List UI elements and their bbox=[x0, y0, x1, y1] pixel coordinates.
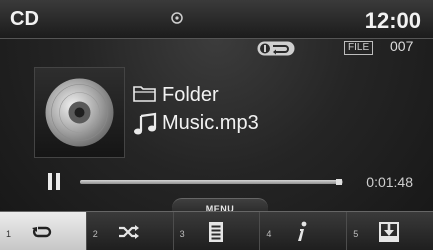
track-name: Music.mp3 bbox=[162, 112, 259, 134]
shuffle-icon bbox=[118, 225, 139, 239]
softkey-number: 2 bbox=[92, 229, 98, 239]
softkey-number: 5 bbox=[353, 229, 359, 239]
progress-handle[interactable] bbox=[336, 179, 343, 185]
softkey-number: 4 bbox=[266, 229, 272, 239]
clock: 12:00 bbox=[364, 8, 421, 33]
softkey-save[interactable]: 5 bbox=[347, 212, 433, 250]
folder-name: Folder bbox=[162, 84, 219, 106]
pause-icon[interactable] bbox=[47, 173, 61, 190]
repeat-folder-icon bbox=[257, 41, 295, 56]
source-mode-label: CD bbox=[10, 8, 39, 30]
progress-fill bbox=[80, 180, 340, 184]
file-label: FILE bbox=[344, 41, 374, 55]
elapsed-time: 0:01:48 bbox=[366, 174, 413, 190]
save-icon bbox=[379, 222, 400, 242]
softkey-bar: 1 2 3 4 5 bbox=[0, 211, 433, 250]
softkey-shuffle[interactable]: 2 bbox=[87, 212, 174, 250]
info-icon bbox=[298, 221, 307, 241]
softkey-repeat[interactable]: 1 bbox=[0, 212, 87, 250]
folder-icon bbox=[133, 86, 156, 102]
cd-disc-icon bbox=[45, 78, 114, 147]
softkey-number: 1 bbox=[6, 229, 12, 239]
file-number: 007 bbox=[390, 38, 414, 54]
progress-bar[interactable] bbox=[80, 179, 343, 185]
repeat-icon bbox=[32, 226, 52, 238]
softkey-number: 3 bbox=[179, 229, 185, 239]
disc-icon bbox=[171, 12, 183, 24]
album-art bbox=[34, 67, 125, 158]
cd-player-screen: CD 12:00 FILE 007 Folder Music.mp3 0:01:… bbox=[0, 0, 433, 250]
softkey-list[interactable]: 3 bbox=[174, 212, 261, 250]
softkey-info[interactable]: 4 bbox=[260, 212, 348, 250]
status-bar: CD 12:00 bbox=[0, 0, 433, 39]
list-icon bbox=[208, 222, 223, 242]
music-note-icon bbox=[134, 112, 157, 135]
